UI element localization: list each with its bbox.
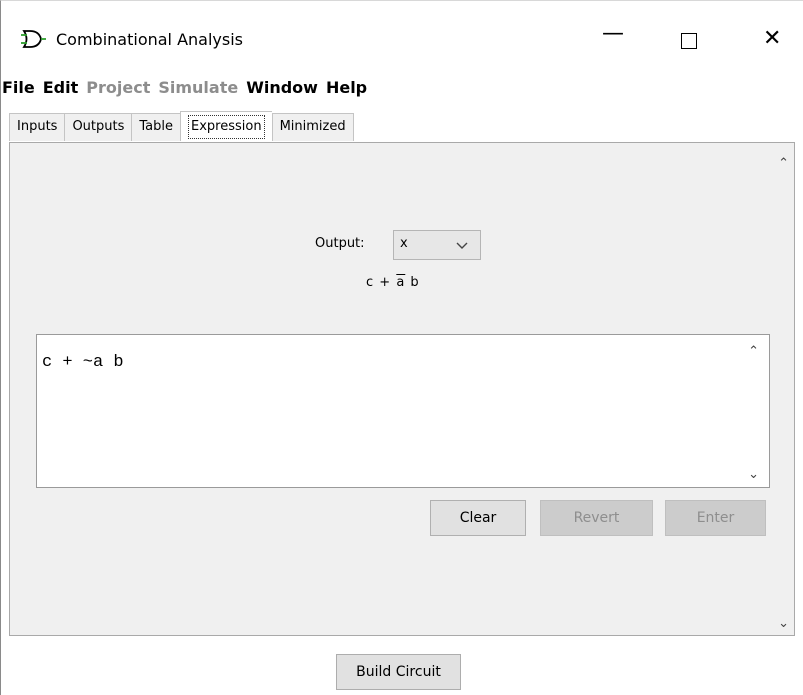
rendered-expression-suffix: b <box>405 275 420 290</box>
minimize-button[interactable]: — <box>602 21 624 46</box>
scroll-up-arrow-icon[interactable]: ⌃ <box>748 343 759 359</box>
menu-simulate[interactable]: Simulate <box>158 78 244 97</box>
tab-table[interactable]: Table <box>131 113 180 141</box>
clear-button[interactable]: Clear <box>430 500 526 536</box>
tab-bar: Inputs Outputs Table Expression Minimize… <box>9 111 354 143</box>
tab-inputs[interactable]: Inputs <box>9 113 65 141</box>
menu-window[interactable]: Window <box>246 78 324 97</box>
rendered-expression-prefix: c + <box>366 275 397 290</box>
build-circuit-button[interactable]: Build Circuit <box>336 654 461 690</box>
maximize-button[interactable] <box>681 33 697 49</box>
tab-minimized[interactable]: Minimized <box>271 113 354 141</box>
expression-textarea[interactable]: c + ~a b ⌃ ⌄ <box>36 334 770 488</box>
enter-button[interactable]: Enter <box>665 500 766 536</box>
menu-help[interactable]: Help <box>326 78 373 97</box>
chevron-down-icon <box>456 242 468 249</box>
logic-gate-icon <box>21 30 46 48</box>
rendered-expression: c + a b <box>366 275 420 290</box>
menu-file[interactable]: File <box>1 78 41 97</box>
close-button[interactable]: ✕ <box>763 26 781 51</box>
scroll-down-arrow-icon[interactable]: ⌄ <box>778 615 789 631</box>
output-label: Output: <box>315 236 365 251</box>
menu-bar: File Edit Project Simulate Window Help <box>1 75 375 99</box>
tab-expression[interactable]: Expression <box>180 111 272 141</box>
output-select[interactable]: x <box>393 230 481 260</box>
rendered-expression-negated: a <box>396 275 406 290</box>
combinational-analysis-window: Combinational Analysis — ✕ File Edit Pro… <box>0 0 803 695</box>
revert-button[interactable]: Revert <box>540 500 653 536</box>
tab-outputs[interactable]: Outputs <box>64 113 132 141</box>
scroll-down-arrow-icon[interactable]: ⌄ <box>748 466 759 482</box>
menu-project[interactable]: Project <box>86 78 156 97</box>
output-select-value: x <box>400 236 408 251</box>
tab-expression-label: Expression <box>188 115 265 139</box>
window-title: Combinational Analysis <box>56 30 243 49</box>
expression-text: c + ~a b <box>42 353 124 372</box>
title-bar[interactable]: Combinational Analysis — ✕ <box>1 1 803 51</box>
scroll-up-arrow-icon[interactable]: ⌃ <box>778 155 789 171</box>
menu-edit[interactable]: Edit <box>43 78 85 97</box>
expression-panel: ⌃ Output: x c + a b c + ~a b ⌃ ⌄ Clear R… <box>9 142 795 636</box>
